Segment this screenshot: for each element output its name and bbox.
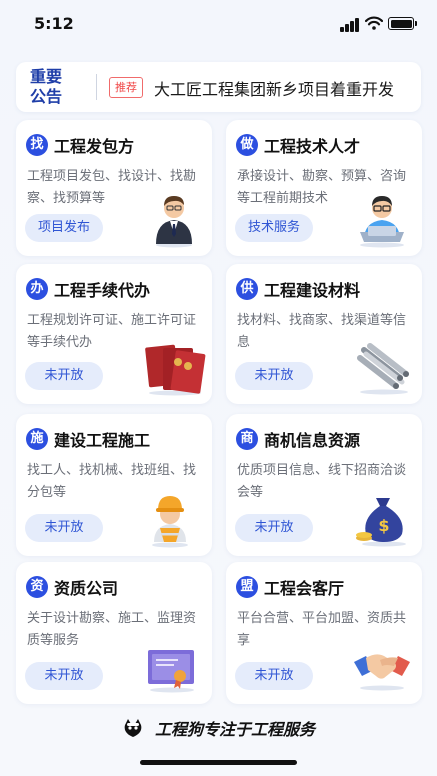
footer-slogan: 工程狗专注于工程服务 bbox=[0, 716, 437, 744]
announcement-text[interactable]: 大工匠工程集团新乡项目着重开发 bbox=[154, 76, 394, 100]
certificate-icon bbox=[148, 650, 194, 693]
status-bar: 5:12 bbox=[0, 0, 437, 50]
not-open-button[interactable]: 未开放 bbox=[235, 362, 313, 390]
card-badge: 施 bbox=[26, 428, 48, 450]
tech-service-button[interactable]: 技术服务 bbox=[235, 214, 313, 242]
announcement-bar[interactable]: 重要公告 推荐 大工匠工程集团新乡项目着重开发 bbox=[16, 62, 421, 112]
service-card-permits[interactable]: 办 工程手续代办 工程规划许可证、施工许可证等手续代办 未开放 bbox=[16, 264, 212, 404]
not-open-button[interactable]: 未开放 bbox=[25, 362, 103, 390]
service-card-contractor[interactable]: 找 工程发包方 工程项目发包、找设计、找勘察、找预算等 项目发布 bbox=[16, 120, 212, 256]
dog-logo-icon bbox=[124, 719, 142, 737]
recommend-tag: 推荐 bbox=[109, 77, 143, 98]
card-badge: 资 bbox=[26, 576, 48, 598]
service-card-materials[interactable]: 供 工程建设材料 找材料、找商家、找渠道等信息 未开放 bbox=[226, 264, 422, 404]
not-open-button[interactable]: 未开放 bbox=[235, 662, 313, 690]
battery-icon bbox=[388, 17, 417, 30]
card-title: 资质公司 bbox=[54, 579, 119, 598]
construction-worker-icon bbox=[152, 496, 188, 548]
footer-text: 工程狗专注于工程服务 bbox=[155, 720, 316, 739]
card-badge: 做 bbox=[236, 134, 258, 156]
money-bag-icon: $ bbox=[356, 498, 406, 547]
not-open-button[interactable]: 未开放 bbox=[25, 514, 103, 542]
card-title: 工程建设材料 bbox=[264, 281, 361, 300]
not-open-button[interactable]: 未开放 bbox=[235, 514, 313, 542]
card-badge: 找 bbox=[26, 134, 48, 156]
certificates-icon bbox=[145, 344, 206, 396]
service-card-construction[interactable]: 施 建设工程施工 找工人、找机械、找班组、找分包等 未开放 bbox=[16, 414, 212, 556]
home-indicator[interactable] bbox=[140, 760, 297, 765]
card-badge: 商 bbox=[236, 428, 258, 450]
card-badge: 供 bbox=[236, 278, 258, 300]
project-publish-button[interactable]: 项目发布 bbox=[25, 214, 103, 242]
status-time: 5:12 bbox=[34, 14, 74, 33]
card-title: 工程会客厅 bbox=[264, 579, 345, 598]
engineer-laptop-icon bbox=[360, 196, 404, 248]
card-badge: 盟 bbox=[236, 576, 258, 598]
not-open-button[interactable]: 未开放 bbox=[25, 662, 103, 690]
service-card-business-info[interactable]: 商 商机信息资源 优质项目信息、线下招商洽谈会等 未开放 $ bbox=[226, 414, 422, 556]
announcement-title: 重要公告 bbox=[29, 67, 62, 106]
businessman-icon bbox=[156, 196, 192, 248]
service-card-lounge[interactable]: 盟 工程会客厅 平台合营、平台加盟、资质共享 未开放 bbox=[226, 562, 422, 704]
card-title: 工程技术人才 bbox=[264, 137, 361, 156]
handshake-icon bbox=[354, 654, 410, 691]
cellular-signal-icon bbox=[340, 18, 360, 32]
wifi-icon bbox=[365, 16, 383, 30]
svg-text:$: $ bbox=[378, 516, 389, 535]
card-title: 工程发包方 bbox=[54, 137, 135, 156]
card-title: 工程手续代办 bbox=[54, 281, 151, 300]
card-title: 商机信息资源 bbox=[264, 431, 361, 450]
service-card-qualification[interactable]: 资 资质公司 关于设计勘察、施工、监理资质等服务 未开放 bbox=[16, 562, 212, 704]
service-card-technician[interactable]: 做 工程技术人才 承接设计、勘察、预算、咨询等工程前期技术 技术服务 bbox=[226, 120, 422, 256]
steel-pipes-icon bbox=[357, 343, 409, 395]
card-badge: 办 bbox=[26, 278, 48, 300]
card-title: 建设工程施工 bbox=[54, 431, 151, 450]
divider bbox=[96, 74, 97, 100]
